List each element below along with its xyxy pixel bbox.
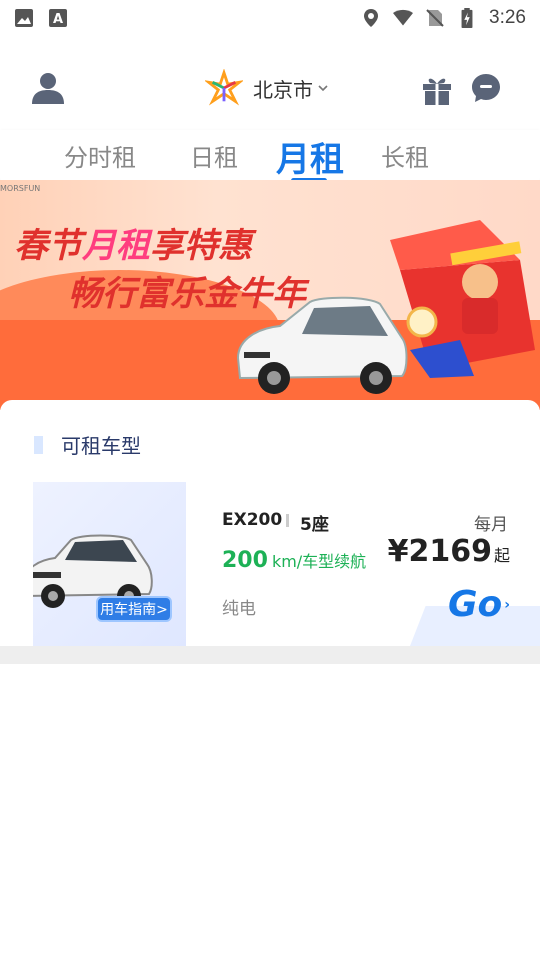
vehicle-list-panel: 可租车型 用车指南> EX200 5座 200 km/车型续航 纯电 每月 ¥2… <box>0 400 540 648</box>
range-value: 200 <box>222 548 268 573</box>
location-icon <box>364 9 379 27</box>
chevron-down-icon <box>318 85 328 92</box>
banner-brand: MORSFUN <box>0 184 41 193</box>
tab-hourly[interactable]: 分时租 <box>64 138 136 173</box>
vehicle-seats: 5座 <box>300 515 329 535</box>
banner-car-illustration <box>236 296 408 394</box>
avatar-icon[interactable] <box>30 70 66 106</box>
price-suffix: 起 <box>493 546 510 565</box>
status-time: 3:26 <box>489 7 526 28</box>
banner-headline-a: 春节 <box>14 226 82 266</box>
range-unit: km/车型续航 <box>271 552 367 571</box>
city-selector[interactable]: 北京市 <box>205 68 329 108</box>
image-icon <box>15 9 33 27</box>
banner-headline-b: 享特惠 <box>150 226 252 266</box>
gift-icon[interactable] <box>420 72 454 106</box>
section-header: 可租车型 <box>34 430 141 459</box>
price-amount: ¥2169 <box>387 534 492 569</box>
app-header: 北京市 <box>0 60 540 120</box>
battery-charging-icon <box>461 8 473 28</box>
vehicle-thumbnail: 用车指南> <box>33 482 186 646</box>
vehicle-card[interactable]: 用车指南> EX200 5座 200 km/车型续航 纯电 每月 ¥2169 起… <box>33 482 540 646</box>
chevron-right-icon: › <box>504 596 510 613</box>
banner-headline: 春节月租享特惠 <box>14 218 252 267</box>
divider <box>286 514 289 527</box>
svg-text:A: A <box>53 12 63 27</box>
vehicle-info: EX200 5座 200 km/车型续航 纯电 每月 ¥2169 起 Go › <box>186 482 540 646</box>
usage-guide-button[interactable]: 用车指南> <box>96 596 172 622</box>
wifi-icon <box>393 9 414 26</box>
message-icon[interactable] <box>470 72 502 104</box>
section-title: 可租车型 <box>61 434 141 458</box>
price-period: 每月 <box>474 515 508 535</box>
status-bar: A 3:26 <box>0 0 540 36</box>
go-button[interactable]: Go › <box>448 584 510 625</box>
tab-monthly[interactable]: 月租 <box>276 132 344 181</box>
banner-headline-highlight: 月租 <box>82 226 150 266</box>
vehicle-price: ¥2169 起 <box>388 534 510 569</box>
tab-long-term[interactable]: 长租 <box>381 138 429 173</box>
section-title-marker <box>34 435 43 454</box>
no-sim-icon <box>426 9 444 27</box>
promo-banner[interactable]: MORSFUN 春节月租享特惠 畅行富乐金牛年 <box>0 180 540 410</box>
city-logo <box>205 69 243 106</box>
list-footer-divider <box>0 646 540 664</box>
tab-daily[interactable]: 日租 <box>190 138 238 173</box>
vehicle-range: 200 km/车型续航 <box>222 548 366 573</box>
go-label: Go <box>447 584 503 625</box>
city-name: 北京市 <box>253 77 313 102</box>
text-box-icon: A <box>49 9 67 27</box>
fuel-type: 纯电 <box>222 599 256 619</box>
vehicle-model: EX200 <box>222 510 283 530</box>
